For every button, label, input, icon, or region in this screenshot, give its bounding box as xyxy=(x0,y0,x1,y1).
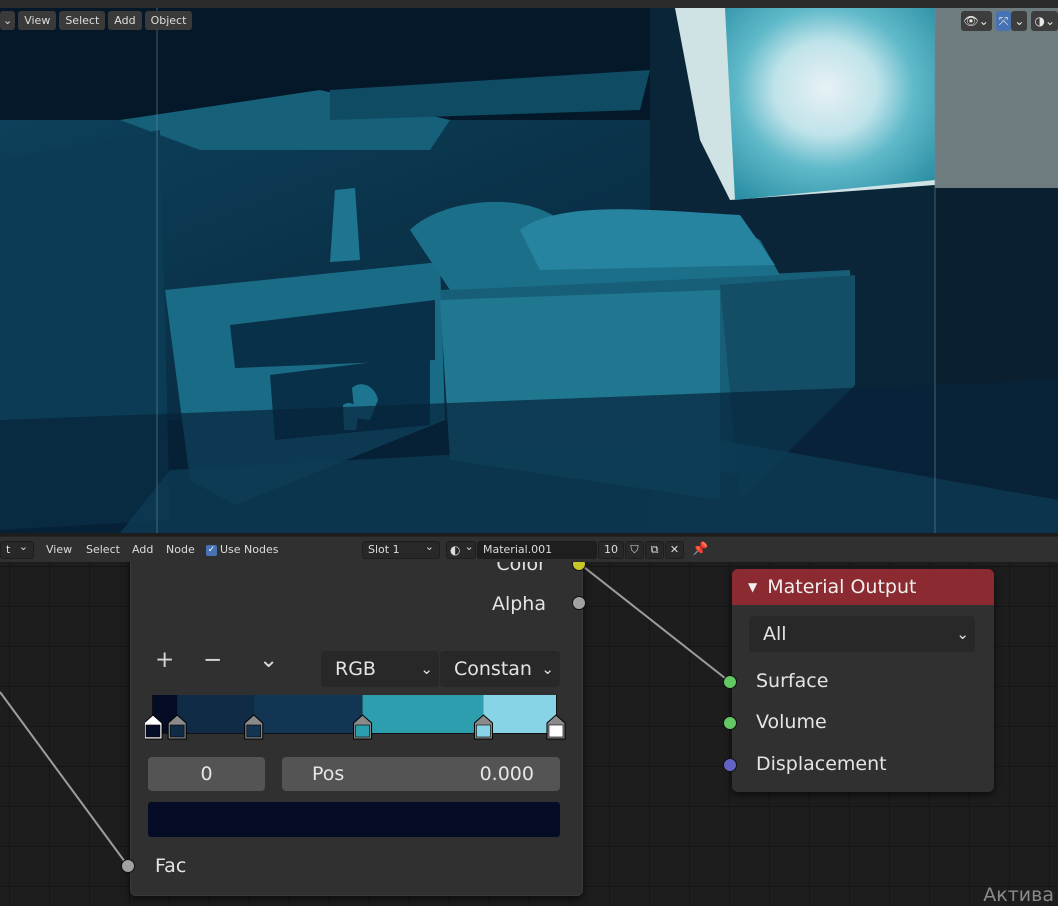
viewport-menu-select[interactable]: Select xyxy=(59,11,106,30)
activation-watermark: Актива xyxy=(983,884,1054,906)
color-to-surface-link xyxy=(579,563,731,683)
ramp-band xyxy=(177,695,254,733)
material-name: Material.001 xyxy=(483,543,553,556)
node-menu-select[interactable]: Select xyxy=(86,541,120,559)
interpolation-dropdown[interactable]: Constan ⌄ xyxy=(440,651,560,687)
node-menu-node[interactable]: Node xyxy=(166,541,195,559)
chevron-down-icon: ⌄ xyxy=(420,660,433,678)
viewport-menu: ⌄ View Select Add Object xyxy=(0,11,193,30)
output-target-dropdown[interactable]: All ⌄ xyxy=(749,616,975,652)
ramp-band xyxy=(483,695,556,733)
node-editor-canvas[interactable]: Color Alpha + − ⌄ RGB ⌄ Constan ⌄ 0 Pos … xyxy=(0,562,1058,906)
interpolation-value: Constan xyxy=(454,658,532,680)
fac-input-socket[interactable] xyxy=(121,859,135,873)
output-target-value: All xyxy=(763,623,787,645)
gizmo-toggle-icon[interactable]: ⤧ xyxy=(995,11,1012,31)
fac-input-label: Fac xyxy=(155,855,187,877)
volume-input-label: Volume xyxy=(756,711,827,733)
color-ramp-widget[interactable] xyxy=(145,695,567,745)
user-count-value: 10 xyxy=(604,543,618,556)
editor-mode-label: t xyxy=(6,543,11,556)
displacement-input-label: Displacement xyxy=(756,753,887,775)
collapse-triangle-icon[interactable]: ▼ xyxy=(748,569,757,605)
alpha-output-socket[interactable] xyxy=(572,596,586,610)
ramp-specials-chevron-icon[interactable]: ⌄ xyxy=(259,647,278,673)
volume-input-socket[interactable] xyxy=(723,716,737,730)
chevron-down-icon: ⌄ xyxy=(956,625,969,643)
unlink-close-icon[interactable]: ✕ xyxy=(665,541,684,559)
3d-viewport[interactable]: ⌄ View Select Add Object 👁⌄ ⤧ ⌄ ◑⌄ xyxy=(0,0,1058,533)
pos-label: Pos xyxy=(312,763,345,785)
active-stop-index: 0 xyxy=(200,763,213,785)
active-stop-index-field[interactable]: 0 xyxy=(148,757,265,791)
material-sphere-icon: ◐ xyxy=(450,543,461,557)
viewport-overlay-controls: 👁⌄ ⤧ ⌄ ◑⌄ xyxy=(960,11,1058,31)
fake-user-shield-icon[interactable]: ⛉ xyxy=(625,541,644,559)
fac-input-link xyxy=(0,691,129,867)
color-mode-value: RGB xyxy=(335,658,376,680)
remove-stop-minus-icon[interactable]: − xyxy=(203,647,222,673)
duplicate-material-icon[interactable]: ⧉ xyxy=(645,541,664,559)
active-stop-color-swatch[interactable] xyxy=(148,802,560,837)
overlay-toggle-icon[interactable]: ◑⌄ xyxy=(1031,11,1058,31)
chevron-down-icon xyxy=(460,541,473,559)
node-menu-view[interactable]: View xyxy=(46,541,72,559)
displacement-input-socket[interactable] xyxy=(723,758,737,772)
chevron-down-icon xyxy=(421,541,434,559)
render-preview xyxy=(0,0,1058,533)
pin-icon[interactable]: 📌 xyxy=(692,541,708,559)
slot-dropdown[interactable]: Slot 1 xyxy=(362,541,440,559)
ramp-band xyxy=(362,695,484,733)
surface-input-socket[interactable] xyxy=(723,675,737,689)
chevron-down-icon: ⌄ xyxy=(541,660,554,678)
visibility-eye-icon[interactable]: 👁⌄ xyxy=(960,11,992,31)
checkbox-check-icon: ✓ xyxy=(206,544,217,556)
use-nodes-toggle[interactable]: ✓ Use Nodes xyxy=(206,541,279,559)
node-menu-add[interactable]: Add xyxy=(132,541,153,559)
alpha-output-label: Alpha xyxy=(491,593,546,615)
add-stop-plus-icon[interactable]: + xyxy=(155,647,174,673)
material-output-header[interactable]: ▼ Material Output xyxy=(732,569,994,605)
material-output-title: Material Output xyxy=(767,576,917,598)
gizmo-dropdown-icon[interactable]: ⌄ xyxy=(1011,11,1028,31)
color-mode-dropdown[interactable]: RGB ⌄ xyxy=(321,651,439,687)
material-user-count[interactable]: 10 xyxy=(598,541,624,559)
editor-mode-dropdown[interactable]: t xyxy=(0,541,34,559)
material-output-node[interactable]: ▼ Material Output All ⌄ Surface Volume Di… xyxy=(732,569,994,792)
material-name-field[interactable]: Material.001 xyxy=(477,541,597,559)
viewport-menu-view[interactable]: View xyxy=(18,11,57,30)
surface-input-label: Surface xyxy=(756,670,829,692)
color-ramp-node[interactable]: Color Alpha + − ⌄ RGB ⌄ Constan ⌄ 0 Pos … xyxy=(130,562,583,896)
viewport-menu-object[interactable]: Object xyxy=(144,11,193,30)
chevron-down-icon xyxy=(15,541,28,559)
stop-position-field[interactable]: Pos 0.000 xyxy=(282,757,560,791)
use-nodes-label: Use Nodes xyxy=(220,543,279,556)
viewport-mode-dropdown[interactable]: ⌄ xyxy=(0,11,16,30)
viewport-menu-add[interactable]: Add xyxy=(108,11,142,30)
material-browse-button[interactable]: ◐ xyxy=(446,541,476,559)
node-editor-header: t View Select Add Node ✓Use Nodes Slot 1… xyxy=(0,536,1058,563)
viewport-top-strip xyxy=(0,0,1058,8)
slot-label: Slot 1 xyxy=(368,543,400,556)
ramp-band xyxy=(253,695,363,733)
pos-value: 0.000 xyxy=(479,763,534,785)
color-output-label: Color xyxy=(496,562,546,575)
